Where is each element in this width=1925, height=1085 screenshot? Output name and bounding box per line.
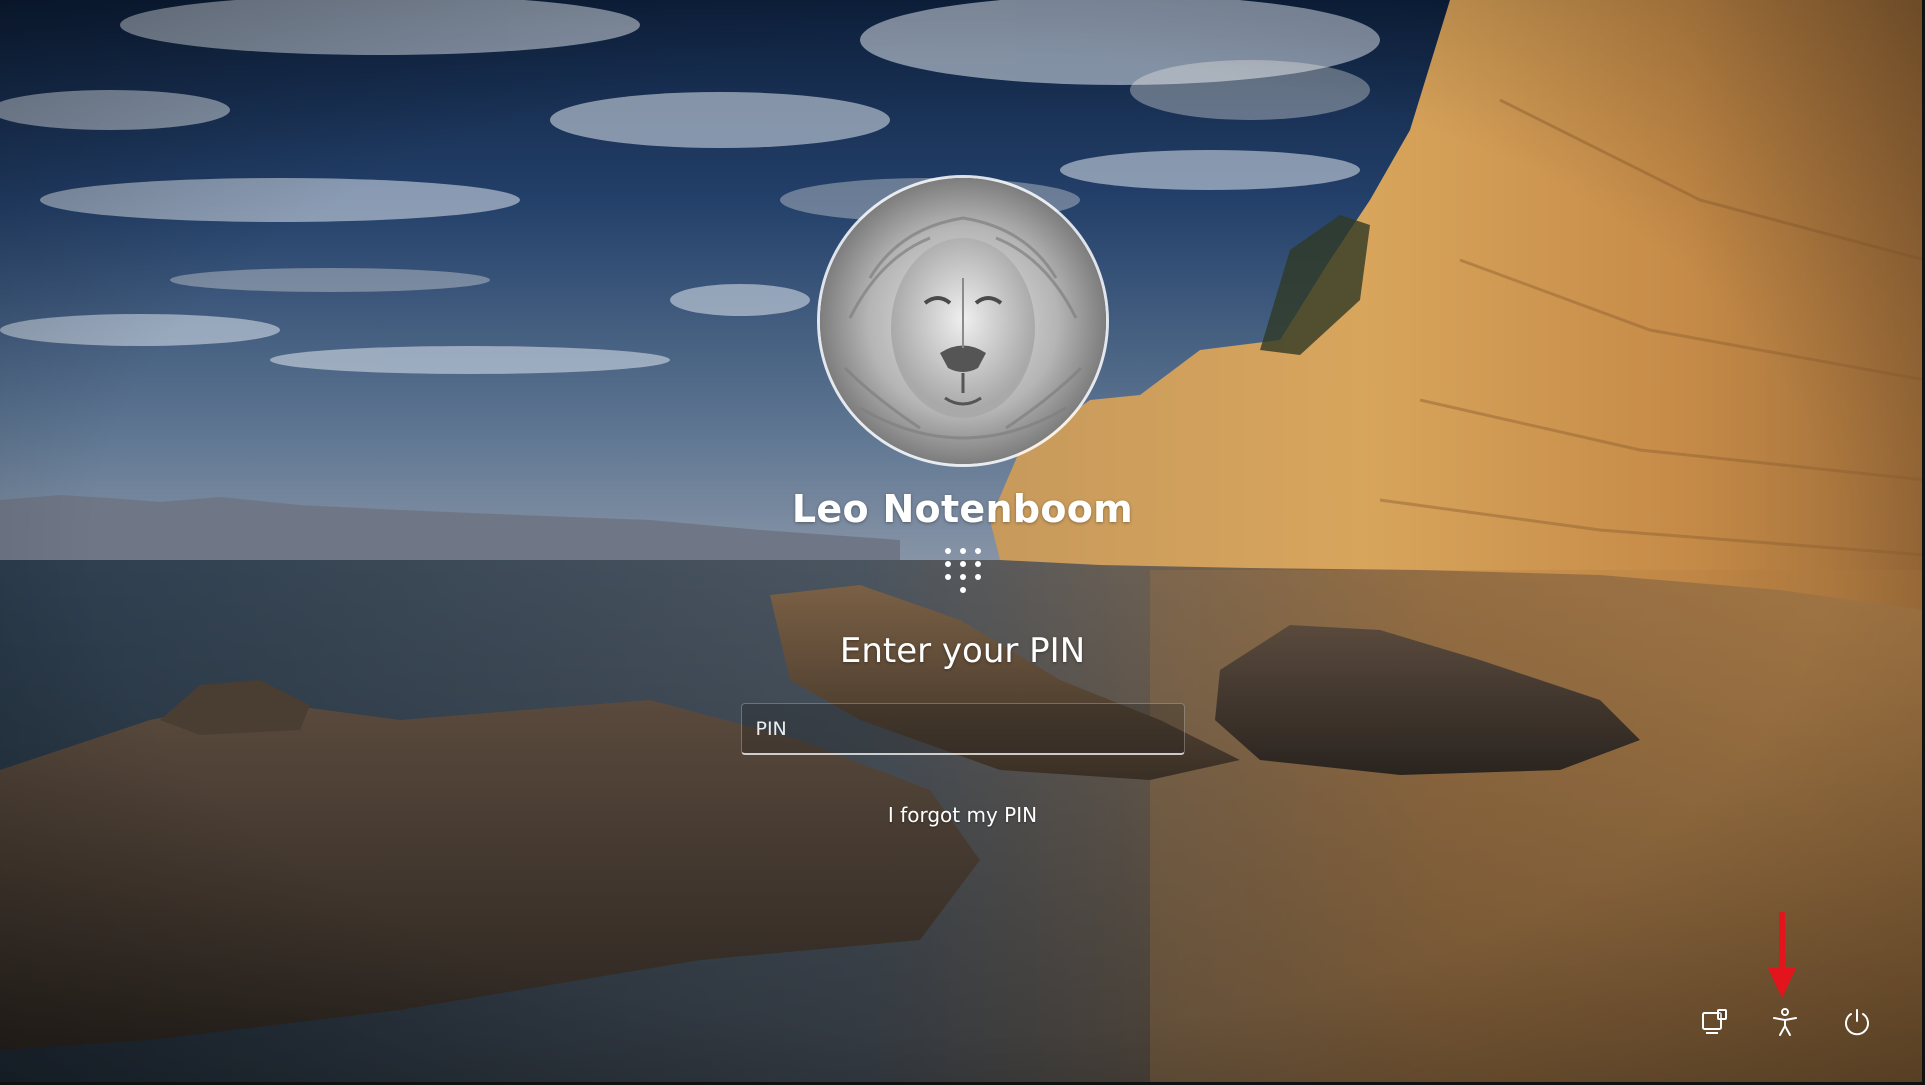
accessibility-button[interactable]	[1763, 1000, 1807, 1044]
power-button[interactable]	[1835, 1000, 1879, 1044]
pin-input[interactable]	[740, 703, 1185, 755]
power-icon	[1845, 1009, 1869, 1036]
user-avatar	[816, 175, 1109, 467]
accessibility-icon	[1773, 1008, 1797, 1036]
network-button[interactable]	[1693, 1000, 1737, 1044]
pin-keypad-icon	[944, 548, 981, 593]
pin-prompt: Enter your PIN	[839, 631, 1086, 671]
sign-in-panel: Leo Notenboom Enter your PIN I forgot my…	[0, 175, 1922, 827]
lion-avatar-image	[819, 178, 1106, 464]
red-arrow-annotation-icon	[1768, 912, 1796, 998]
forgot-pin-link[interactable]: I forgot my PIN	[888, 803, 1037, 827]
lock-screen: Leo Notenboom Enter your PIN I forgot my…	[0, 0, 1925, 1085]
network-icon	[1702, 1009, 1727, 1034]
user-name: Leo Notenboom	[791, 487, 1134, 531]
